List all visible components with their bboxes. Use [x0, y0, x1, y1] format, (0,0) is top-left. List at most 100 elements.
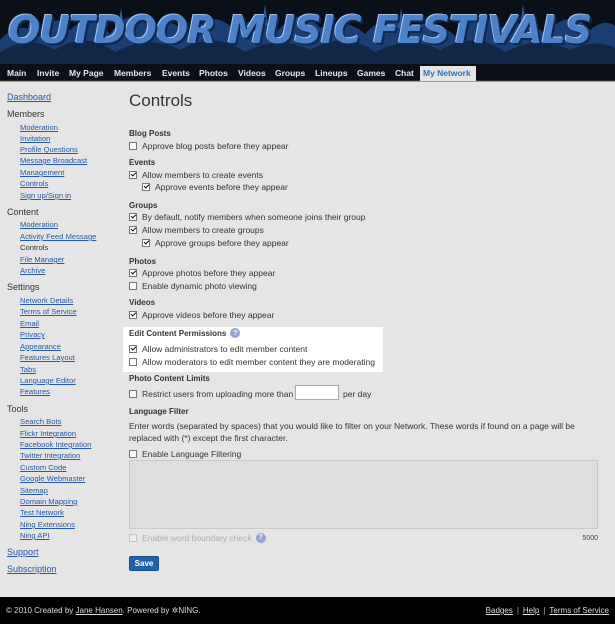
sidebar-content-activity-feed[interactable]: Activity Feed Message [20, 232, 96, 241]
sidebar-settings-privacy[interactable]: Privacy [20, 330, 45, 339]
sidebar-tools-search-bots[interactable]: Search Bots [20, 417, 61, 426]
allow-create-groups-checkbox[interactable] [129, 225, 137, 234]
sidebar-content-archive[interactable]: Archive [20, 266, 45, 275]
sidebar-heading-content: Content [7, 207, 39, 217]
section-videos: Videos [129, 298, 156, 307]
sidebar-settings-appearance[interactable]: Appearance [20, 342, 61, 351]
sidebar-content-file-manager[interactable]: File Manager [20, 255, 64, 264]
approve-events-checkbox[interactable] [142, 182, 150, 191]
upload-limit-input[interactable] [295, 385, 339, 400]
tab-lineups[interactable]: Lineups [312, 66, 351, 81]
word-boundary-checkbox[interactable] [129, 533, 137, 542]
creator-link[interactable]: Jane Hansen [76, 606, 123, 615]
admins-edit-content-label: Allow administrators to edit member cont… [142, 343, 308, 354]
save-button[interactable]: Save [129, 556, 159, 571]
controls-panel: Controls Blog Posts Approve blog posts b… [123, 82, 609, 597]
tab-members[interactable]: Members [111, 66, 154, 81]
option-approve-photos: Approve photos before they appear [129, 267, 275, 278]
footer-badges-link[interactable]: Badges [486, 606, 513, 615]
notify-group-join-label: By default, notify members when someone … [142, 211, 366, 222]
tab-my-network[interactable]: My Network [420, 66, 476, 81]
notify-group-join-checkbox[interactable] [129, 212, 137, 221]
admins-edit-content-checkbox[interactable] [129, 344, 137, 353]
approve-blog-posts-checkbox[interactable] [129, 141, 137, 150]
dynamic-photo-viewing-checkbox[interactable] [129, 281, 137, 290]
sidebar-settings-terms[interactable]: Terms of Service [20, 307, 77, 316]
main-navbar: Main Invite My Page Members Events Photo… [0, 64, 615, 81]
footer-terms-link[interactable]: Terms of Service [549, 606, 609, 615]
approve-videos-checkbox[interactable] [129, 310, 137, 319]
sidebar-settings-features-layout[interactable]: Features Layout [20, 353, 75, 362]
tab-photos[interactable]: Photos [196, 66, 231, 81]
tab-chat[interactable]: Chat [392, 66, 417, 81]
sidebar-tools-test-network[interactable]: Test Network [20, 508, 64, 517]
help-icon[interactable]: ? [255, 532, 266, 543]
sidebar-dashboard[interactable]: Dashboard [7, 92, 51, 102]
approve-groups-label: Approve groups before they appear [155, 237, 289, 248]
approve-videos-label: Approve videos before they appear [142, 309, 275, 320]
option-mods-edit-content: Allow moderators to edit member content … [129, 356, 375, 367]
tab-groups[interactable]: Groups [272, 66, 308, 81]
option-approve-groups: Approve groups before they appear [142, 237, 289, 248]
footer-divider: | [543, 606, 546, 615]
section-photo-content-limits: Photo Content Limits [129, 374, 210, 383]
approve-groups-checkbox[interactable] [142, 238, 150, 247]
sidebar-members-invitation[interactable]: Invitation [20, 134, 50, 143]
tab-games[interactable]: Games [354, 66, 388, 81]
option-word-boundary-check: Enable word boundary check ? [129, 532, 266, 543]
option-approve-videos: Approve videos before they appear [129, 309, 274, 320]
sidebar-settings-email[interactable]: Email [20, 319, 39, 328]
sidebar-support[interactable]: Support [7, 547, 39, 557]
sidebar-settings-network-details[interactable]: Network Details [20, 296, 73, 305]
footer-help-link[interactable]: Help [523, 606, 539, 615]
site-title[interactable]: OUTDOOR MUSIC FESTIVALS [8, 8, 592, 52]
help-icon[interactable]: ? [230, 328, 241, 338]
sidebar-members-message-broadcast[interactable]: Message Broadcast [20, 156, 87, 165]
page-body: Dashboard Members Moderation Invitation … [0, 82, 615, 597]
allow-create-groups-label: Allow members to create groups [142, 224, 264, 235]
sidebar-settings-tabs[interactable]: Tabs [20, 365, 36, 374]
option-notify-group-join: By default, notify members when someone … [129, 211, 365, 222]
dynamic-photo-viewing-label: Enable dynamic photo viewing [142, 280, 257, 291]
sidebar-members-management[interactable]: Management [20, 168, 64, 177]
restrict-uploads-label: Restrict users from uploading more than [142, 388, 294, 399]
tab-videos[interactable]: Videos [235, 66, 269, 81]
sidebar-tools-sitemap[interactable]: Sitemap [20, 486, 48, 495]
sidebar-settings-features[interactable]: Features [20, 387, 50, 396]
approve-photos-checkbox[interactable] [129, 268, 137, 277]
option-dynamic-photo-viewing: Enable dynamic photo viewing [129, 280, 257, 291]
mods-edit-content-checkbox[interactable] [129, 357, 137, 366]
sidebar-members-moderation[interactable]: Moderation [20, 123, 58, 132]
sidebar-content-moderation[interactable]: Moderation [20, 220, 58, 229]
tab-my-page[interactable]: My Page [66, 66, 107, 81]
filter-words-textarea[interactable] [129, 460, 598, 529]
ning-logo-text[interactable]: NING. [178, 606, 200, 615]
sidebar-members-profile-questions[interactable]: Profile Questions [20, 145, 78, 154]
section-photos: Photos [129, 257, 157, 266]
tab-main[interactable]: Main [4, 66, 29, 81]
option-enable-language-filter: Enable Language Filtering [129, 448, 241, 459]
sidebar-tools-custom-code[interactable]: Custom Code [20, 463, 66, 472]
tab-events[interactable]: Events [159, 66, 193, 81]
allow-create-events-checkbox[interactable] [129, 170, 137, 179]
sidebar-tools-google-webmaster[interactable]: Google Webmaster [20, 474, 85, 483]
site-footer: © 2010 Created by Jane Hansen. Powered b… [0, 597, 615, 624]
option-restrict-uploads: Restrict users from uploading more than [129, 388, 293, 399]
sidebar-tools-flickr[interactable]: Flickr Integration [20, 429, 76, 438]
tab-invite[interactable]: Invite [34, 66, 62, 81]
restrict-uploads-checkbox[interactable] [129, 389, 137, 398]
copyright-text: © 2010 Created by [6, 606, 74, 615]
sidebar-subscription[interactable]: Subscription [7, 564, 57, 574]
sidebar-content-controls-current: Controls [20, 243, 49, 252]
sidebar-tools-facebook[interactable]: Facebook Integration [20, 440, 91, 449]
approve-photos-label: Approve photos before they appear [142, 267, 276, 278]
sidebar-members-controls[interactable]: Controls [20, 179, 48, 188]
sidebar-settings-language-editor[interactable]: Language Editor [20, 376, 76, 385]
sidebar-tools-ning-extensions[interactable]: Ning Extensions [20, 520, 75, 529]
sidebar-tools-domain-mapping[interactable]: Domain Mapping [20, 497, 77, 506]
sidebar-tools-ning-api[interactable]: Ning API [20, 531, 50, 540]
sidebar-members-signup-signin[interactable]: Sign up/Sign in [20, 191, 71, 200]
site-header: OUTDOOR MUSIC FESTIVALS [0, 0, 615, 64]
enable-language-filter-checkbox[interactable] [129, 449, 137, 458]
sidebar-tools-twitter[interactable]: Twitter Integration [20, 451, 80, 460]
